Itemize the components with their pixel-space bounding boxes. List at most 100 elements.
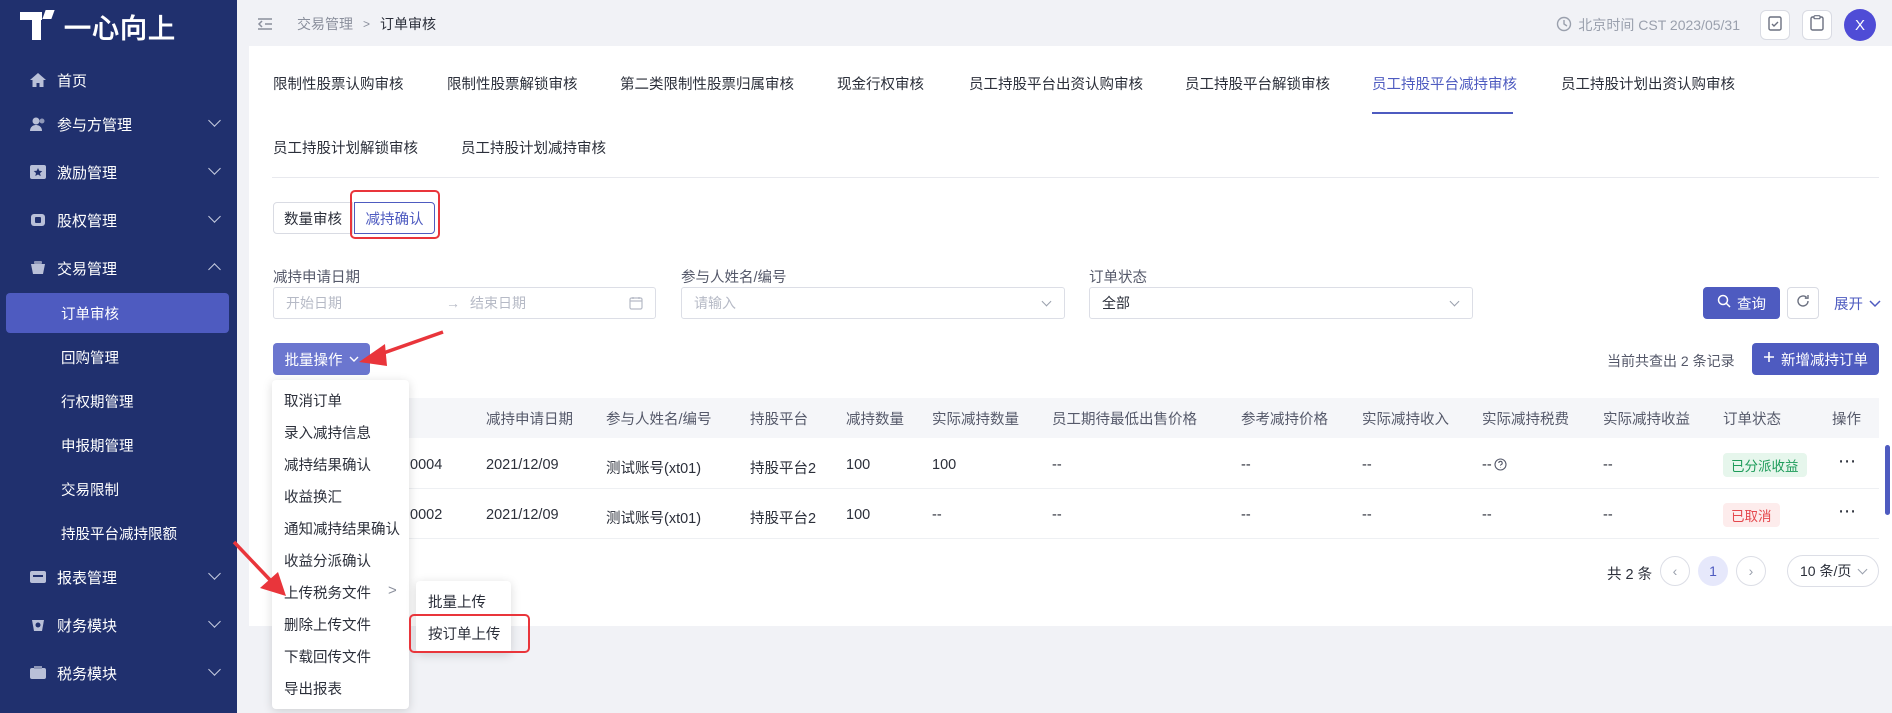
sidebar-item-finance[interactable]: 财务模块 <box>0 603 237 647</box>
cell-participant: 测试账号(xt01) <box>606 461 702 477</box>
collapse-menu-icon[interactable] <box>257 17 273 31</box>
column-header: 实际减持税费 <box>1482 412 1569 428</box>
column-header: 订单状态 <box>1723 412 1781 428</box>
topbar: 交易管理 > 订单审核 北京时间 CST 2023/05/31 X <box>237 0 1892 46</box>
batch-button-label: 批量操作 <box>284 352 343 369</box>
sidebar-item-label: 交易管理 <box>57 260 118 278</box>
time-text: 北京时间 CST 2023/05/31 <box>1578 17 1740 33</box>
menu-item-delete-upload[interactable]: 删除上传文件 <box>284 614 371 635</box>
status-select[interactable]: 全部 <box>1089 287 1473 319</box>
clock-icon <box>1556 16 1572 35</box>
menu-item-export-report[interactable]: 导出报表 <box>284 678 342 699</box>
pager-total: 共 2 条 <box>1607 567 1653 583</box>
pager-prev-button[interactable]: ‹ <box>1660 556 1690 586</box>
main-panel <box>249 46 1892 626</box>
sidebar-subitem-label: 回购管理 <box>61 350 119 367</box>
sidebar-item-report[interactable]: 报表管理 <box>0 555 237 599</box>
participant-select[interactable]: 请输入 <box>681 287 1065 319</box>
batch-operation-menu: 取消订单 录入减持信息 减持结果确认 收益换汇 通知减持结果确认 收益分派确认 … <box>272 380 409 709</box>
reset-button[interactable] <box>1787 287 1819 319</box>
sidebar-subitem-declare-period[interactable]: 申报期管理 <box>0 425 237 465</box>
menu-item-notify-confirm[interactable]: 通知减持结果确认 <box>284 518 400 539</box>
more-actions-icon[interactable]: ⋯ <box>1838 501 1857 522</box>
tab-plan-subscribe[interactable]: 员工持股计划出资认购审核 <box>1561 73 1735 94</box>
date-end-input[interactable]: 结束日期 <box>470 293 526 313</box>
tab-platform-subscribe[interactable]: 员工持股平台出资认购审核 <box>969 73 1143 94</box>
menu-item-download-return[interactable]: 下载回传文件 <box>284 646 371 667</box>
sidebar-item-label: 股权管理 <box>57 212 118 230</box>
column-header: 实际减持数量 <box>932 412 1019 428</box>
sidebar-subitem-platform-limit[interactable]: 持股平台减持限额 <box>0 513 237 553</box>
date-range-picker[interactable]: 开始日期 → 结束日期 <box>273 287 656 319</box>
cell-order-id: 0004 <box>410 457 443 473</box>
page-size-select[interactable]: 10 条/页 <box>1787 555 1879 587</box>
chevron-down-icon <box>1041 296 1052 307</box>
sidebar-subitem-exercise-period[interactable]: 行权期管理 <box>0 381 237 421</box>
sidebar-subitem-trade-limit[interactable]: 交易限制 <box>0 469 237 509</box>
question-circle-icon[interactable] <box>1494 458 1507 475</box>
sidebar-item-label: 税务模块 <box>57 665 118 683</box>
column-header: 参与人姓名/编号 <box>606 412 712 428</box>
pager-page-current[interactable]: 1 <box>1698 556 1728 586</box>
menu-item-enter-info[interactable]: 录入减持信息 <box>284 422 371 443</box>
sidebar-subitem-order-review[interactable]: 订单审核 <box>6 293 229 333</box>
sidebar-subitem-label: 订单审核 <box>61 306 119 323</box>
tab-platform-unlock[interactable]: 员工持股平台解锁审核 <box>1185 73 1330 94</box>
scrollbar-thumb[interactable] <box>1885 445 1890 515</box>
segment-quantity-review[interactable]: 数量审核 <box>273 202 353 234</box>
pager-next-button[interactable]: › <box>1736 556 1766 586</box>
row-divider <box>272 538 1879 539</box>
logo[interactable]: 一心向上 <box>20 6 176 46</box>
tab-platform-reduce[interactable]: 员工持股平台减持审核 <box>1372 73 1517 94</box>
column-header: 参考减持价格 <box>1241 412 1328 428</box>
participant-label: 参与人姓名/编号 <box>681 270 787 286</box>
cell-participant: 测试账号(xt01) <box>606 511 702 527</box>
menu-item-confirm-result[interactable]: 减持结果确认 <box>284 454 371 475</box>
row-divider <box>272 488 1879 489</box>
tab-restricted-unlock[interactable]: 限制性股票解锁审核 <box>447 73 578 94</box>
tab-plan-reduce[interactable]: 员工持股计划减持审核 <box>461 137 606 158</box>
tab-cash-exercise[interactable]: 现金行权审核 <box>837 73 924 94</box>
breadcrumb-item[interactable]: 交易管理 <box>297 14 353 34</box>
sidebar-item-home[interactable]: 首页 <box>0 58 237 102</box>
task-button[interactable] <box>1760 10 1790 40</box>
cell-order-id: 0002 <box>410 507 443 523</box>
date-label: 减持申请日期 <box>273 270 360 286</box>
tab-active-indicator <box>1372 112 1513 114</box>
column-header: 持股平台 <box>750 412 808 428</box>
column-header: 减持数量 <box>846 412 904 428</box>
users-icon <box>28 114 48 134</box>
calendar-icon <box>629 296 643 313</box>
sidebar-item-incentive[interactable]: 激励管理 <box>0 150 237 194</box>
trade-icon <box>28 258 48 278</box>
sidebar-item-trade[interactable]: 交易管理 <box>0 246 237 290</box>
search-icon <box>1717 294 1731 312</box>
menu-item-exchange[interactable]: 收益换汇 <box>284 486 342 507</box>
annotation-arrow <box>232 540 286 596</box>
sidebar-item-tax[interactable]: 税务模块 <box>0 651 237 695</box>
cell-min-price: -- <box>1052 507 1062 523</box>
clipboard-check-icon <box>1768 15 1782 35</box>
document-button[interactable] <box>1802 10 1832 40</box>
sidebar-subitem-buyback[interactable]: 回购管理 <box>0 337 237 377</box>
cell-platform: 持股平台2 <box>750 511 817 527</box>
sidebar-item-participants[interactable]: 参与方管理 <box>0 102 237 146</box>
submenu-item-batch-upload[interactable]: 批量上传 <box>428 591 486 612</box>
avatar[interactable]: X <box>1844 9 1876 41</box>
chevron-down-icon <box>1857 564 1868 575</box>
date-start-input[interactable]: 开始日期 <box>286 293 436 313</box>
tab-plan-unlock[interactable]: 员工持股计划解锁审核 <box>273 137 418 158</box>
tab-type2-vest[interactable]: 第二类限制性股票归属审核 <box>620 73 794 94</box>
query-button[interactable]: 查询 <box>1703 287 1780 319</box>
menu-item-cancel-order[interactable]: 取消订单 <box>284 390 342 411</box>
tab-restricted-subscribe[interactable]: 限制性股票认购审核 <box>273 73 404 94</box>
new-order-button[interactable]: 新增减持订单 <box>1752 343 1879 375</box>
menu-item-distribute-confirm[interactable]: 收益分派确认 <box>284 550 371 571</box>
expand-link[interactable]: 展开 <box>1834 293 1881 314</box>
menu-item-upload-tax[interactable]: 上传税务文件 <box>284 582 371 603</box>
sidebar-item-label: 报表管理 <box>57 569 118 587</box>
cell-actual-qty: -- <box>932 507 942 523</box>
column-header: 减持申请日期 <box>486 412 573 428</box>
sidebar-item-equity[interactable]: 股权管理 <box>0 198 237 242</box>
more-actions-icon[interactable]: ⋯ <box>1838 451 1857 472</box>
